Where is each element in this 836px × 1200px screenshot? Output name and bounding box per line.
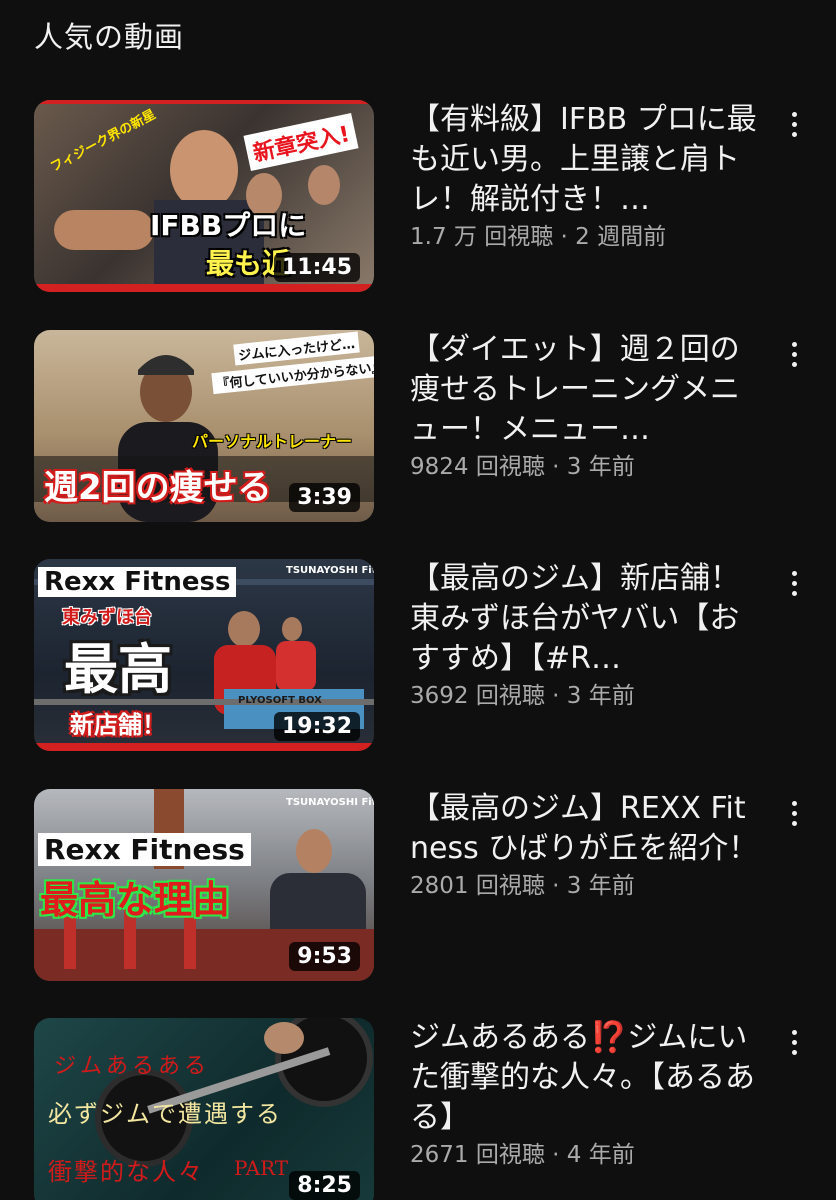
video-thumbnail[interactable]: Rexx Fitness TSUNAYOSHI Fitness 最高な理由 9:…: [34, 789, 374, 981]
video-stats: 3692 回視聴 · 3 年前: [410, 683, 635, 709]
thumbnail-caption: Rexx Fitness: [38, 833, 251, 866]
video-thumbnail[interactable]: ジムあるある 必ずジムで遭遇する 衝撃的な人々 PART 8:25: [34, 1018, 374, 1200]
thumbnail-caption: ジムあるある: [54, 1054, 211, 1079]
thumbnail-caption: 衝撃的な人々: [48, 1158, 204, 1186]
video-stats: 2801 回視聴 · 3 年前: [410, 873, 635, 899]
video-title[interactable]: 【ダイエット】週２回の痩せるトレーニングメニュー！メニュー…: [410, 330, 760, 450]
video-thumbnail[interactable]: Rexx Fitness TSUNAYOSHI Fitness 東みずほ台 最高…: [34, 559, 374, 751]
video-item[interactable]: ジムに入ったけど… 『何していいか分からない』 パーソナルトレーナー 週2回の痩…: [0, 330, 836, 522]
more-options-icon[interactable]: [780, 793, 808, 833]
video-title[interactable]: ジムあるある⁉️ジムにいた衝撃的な人々。【あるある】: [410, 1018, 760, 1138]
thumbnail-caption: PLYOSOFT BOX: [238, 695, 322, 706]
video-meta[interactable]: ジムあるある⁉️ジムにいた衝撃的な人々。【あるある】 2671 回視聴 · 4 …: [410, 1018, 760, 1170]
thumbnail-caption: TSUNAYOSHI Fitness: [286, 565, 374, 576]
video-stats: 1.7 万 回視聴 · 2 週間前: [410, 224, 667, 250]
thumbnail-caption: PART: [234, 1156, 289, 1180]
thumbnail-caption: IFBBプロに: [150, 209, 307, 242]
video-meta[interactable]: 【最高のジム】REXX Fitness ひばりが丘を紹介！ 2801 回視聴 ·…: [410, 789, 760, 901]
video-title[interactable]: 【最高のジム】新店舗！東みずほ台がヤバい【おすすめ】【#R…: [410, 559, 760, 679]
thumbnail-caption: 週2回の痩せる: [44, 468, 272, 508]
section-title: 人気の動画: [34, 20, 185, 54]
video-thumbnail[interactable]: ジムに入ったけど… 『何していいか分からない』 パーソナルトレーナー 週2回の痩…: [34, 330, 374, 522]
thumbnail-caption: 最高: [64, 638, 172, 701]
more-options-icon[interactable]: [780, 334, 808, 374]
thumbnail-caption: 最高な理由: [40, 878, 231, 922]
more-options-icon[interactable]: [780, 104, 808, 144]
thumbnail-caption: Rexx Fitness: [38, 567, 237, 597]
thumbnail-caption: パーソナルトレーナー: [192, 432, 353, 451]
video-meta[interactable]: 【有料級】IFBB プロに最も近い男。上里譲と肩トレ！解説付き！… 1.7 万 …: [410, 100, 760, 252]
video-stats: 9824 回視聴 · 3 年前: [410, 454, 635, 480]
video-meta[interactable]: 【最高のジム】新店舗！東みずほ台がヤバい【おすすめ】【#R… 3692 回視聴 …: [410, 559, 760, 711]
video-meta[interactable]: 【ダイエット】週２回の痩せるトレーニングメニュー！メニュー… 9824 回視聴 …: [410, 330, 760, 482]
video-title[interactable]: 【有料級】IFBB プロに最も近い男。上里譲と肩トレ！解説付き！…: [410, 100, 760, 220]
more-options-icon[interactable]: [780, 563, 808, 603]
more-options-icon[interactable]: [780, 1022, 808, 1062]
thumbnail-caption: 新店舗！: [70, 711, 166, 739]
video-item[interactable]: フィジーク界の新星 新章突入! IFBBプロに 最も近 11:45 【有料級】I…: [0, 100, 836, 292]
video-item[interactable]: Rexx Fitness TSUNAYOSHI Fitness 東みずほ台 最高…: [0, 559, 836, 751]
video-item[interactable]: Rexx Fitness TSUNAYOSHI Fitness 最高な理由 9:…: [0, 789, 836, 981]
video-title[interactable]: 【最高のジム】REXX Fitness ひばりが丘を紹介！: [410, 789, 760, 869]
thumbnail-caption: 必ずジムで遭遇する: [48, 1100, 282, 1128]
video-stats: 2671 回視聴 · 4 年前: [410, 1142, 635, 1168]
video-duration: 3:39: [289, 483, 360, 512]
video-item[interactable]: ジムあるある 必ずジムで遭遇する 衝撃的な人々 PART 8:25 ジムあるある…: [0, 1018, 836, 1200]
video-duration: 19:32: [273, 712, 360, 741]
video-thumbnail[interactable]: フィジーク界の新星 新章突入! IFBBプロに 最も近 11:45: [34, 100, 374, 292]
video-duration: 9:53: [289, 942, 360, 971]
video-duration: 8:25: [289, 1171, 360, 1200]
thumbnail-caption: TSUNAYOSHI Fitness: [286, 797, 374, 808]
video-duration: 11:45: [273, 253, 360, 282]
